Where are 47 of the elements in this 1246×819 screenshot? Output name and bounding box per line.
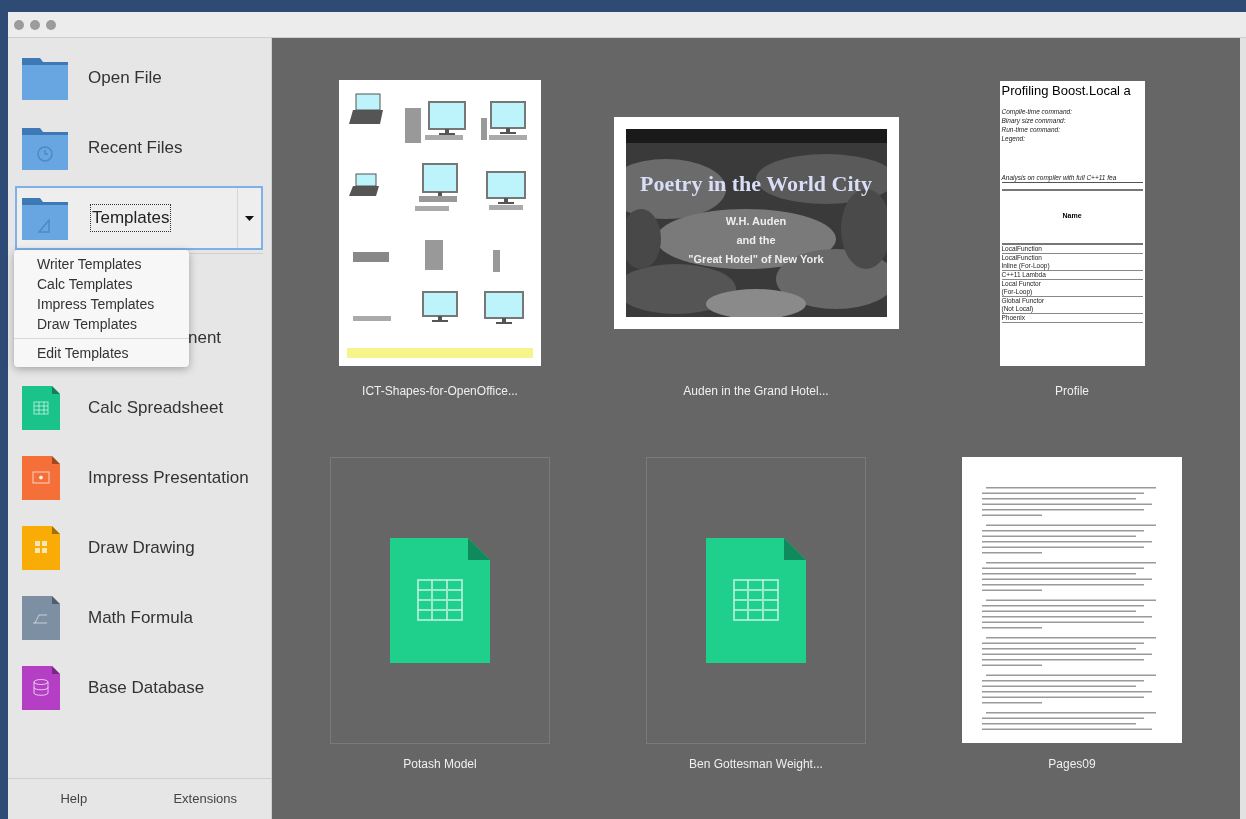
formula-document-icon bbox=[22, 596, 60, 640]
drawing-document-icon bbox=[22, 526, 60, 570]
window-control-icon[interactable] bbox=[30, 19, 40, 30]
sidebar-item[interactable]: nent bbox=[188, 325, 222, 351]
document-title: ICT-Shapes-for-OpenOffice... bbox=[362, 383, 518, 400]
document-thumbnail[interactable] bbox=[999, 80, 1145, 366]
slide-text: "Great Hotel" of New York bbox=[688, 252, 824, 267]
document-frame[interactable] bbox=[646, 456, 866, 744]
templates-dropdown-button[interactable]: Templates bbox=[15, 186, 263, 250]
extensions-button[interactable]: Extensions bbox=[139, 779, 271, 819]
presentation-document-icon bbox=[22, 456, 60, 500]
window-control-icon[interactable] bbox=[14, 19, 24, 30]
menu-item[interactable]: Edit Templates bbox=[14, 343, 189, 363]
sidebar-item[interactable]: Base Database bbox=[8, 653, 271, 723]
spreadsheet-file-icon bbox=[390, 537, 490, 663]
database-document-icon bbox=[22, 666, 60, 710]
document-title: Ben Gottesman Weight... bbox=[689, 756, 823, 773]
template-folder-icon bbox=[22, 196, 68, 240]
spreadsheet-document-icon bbox=[22, 386, 60, 430]
slide-text: and the bbox=[736, 233, 776, 248]
document-frame[interactable] bbox=[330, 456, 550, 744]
document-title: Potash Model bbox=[403, 756, 477, 773]
help-button[interactable]: Help bbox=[8, 779, 140, 819]
sidebar-item[interactable]: Open File bbox=[8, 43, 271, 113]
folder-icon bbox=[22, 56, 68, 100]
window-control-icon[interactable] bbox=[46, 19, 56, 30]
document-thumbnail[interactable] bbox=[339, 80, 541, 366]
sidebar-item[interactable]: Draw Drawing bbox=[8, 513, 271, 583]
slide-heading: Poetry in the World City bbox=[640, 170, 872, 198]
menu-item[interactable]: Draw Templates bbox=[14, 314, 189, 334]
sidebar-item[interactable]: Impress Presentation bbox=[8, 443, 271, 513]
spreadsheet-file-icon bbox=[706, 537, 806, 663]
sidebar-item[interactable]: Calc Spreadsheet bbox=[8, 373, 271, 443]
menu-item[interactable]: Calc Templates bbox=[14, 274, 189, 294]
sidebar-item[interactable]: Math Formula bbox=[8, 583, 271, 653]
sidebar-item[interactable]: Recent Files bbox=[8, 113, 271, 183]
document-title: Profile bbox=[1055, 383, 1089, 400]
document-thumbnail[interactable] bbox=[962, 457, 1182, 743]
caret-icon[interactable] bbox=[245, 215, 254, 221]
clock-folder-icon bbox=[22, 126, 68, 170]
slide-thumbnail[interactable]: Poetry in the World City W.H. Auden and the "Great Hotel" of New York bbox=[613, 117, 899, 329]
document-heading: Profiling Boost.Local a bbox=[1001, 82, 1132, 99]
menu-item[interactable]: Writer Templates bbox=[14, 254, 189, 274]
document-title: Auden in the Grand Hotel... bbox=[683, 383, 829, 400]
menu-item[interactable]: Impress Templates bbox=[14, 294, 189, 314]
document-title: Pages09 bbox=[1048, 756, 1096, 773]
slide-text: W.H. Auden bbox=[725, 214, 787, 229]
